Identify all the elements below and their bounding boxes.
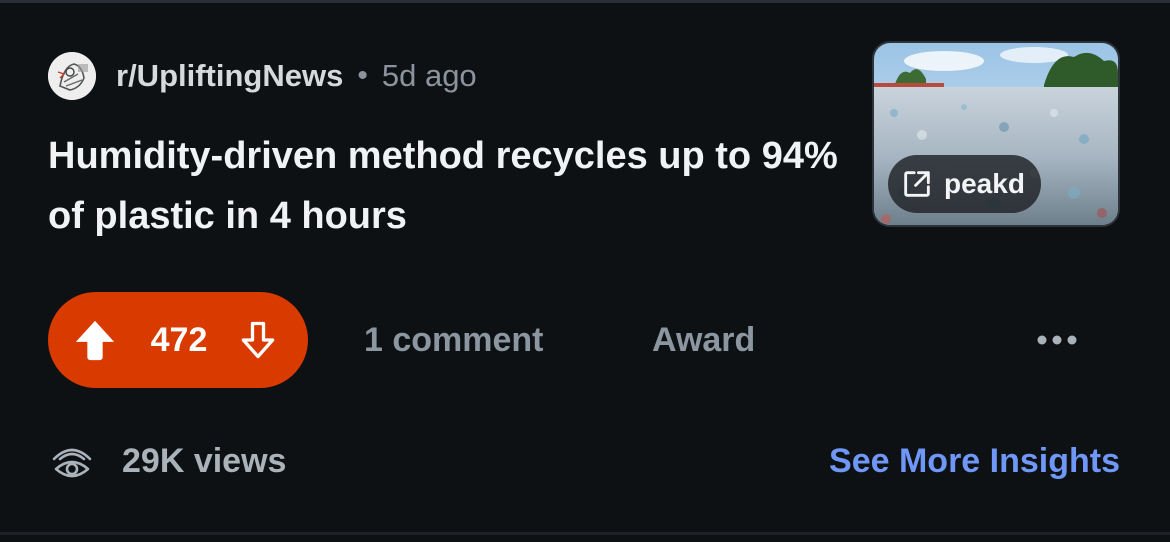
- award-label: Award: [652, 320, 756, 359]
- subreddit-name[interactable]: r/UpliftingNews: [116, 58, 343, 94]
- see-more-insights-link[interactable]: See More Insights: [829, 434, 1120, 488]
- comments-button[interactable]: 1 comment: [344, 308, 564, 372]
- views-eye-icon: [52, 448, 92, 478]
- link-domain: peakd: [944, 168, 1025, 199]
- external-link-chip[interactable]: peakd: [888, 155, 1041, 213]
- post-thumbnail[interactable]: peakd: [872, 41, 1120, 227]
- post-age: 5d ago: [381, 58, 477, 93]
- upvote-arrow-icon[interactable]: [72, 317, 118, 363]
- meta-separator: •: [357, 59, 368, 92]
- post-header: r/UpliftingNews • 5d ago: [48, 52, 477, 100]
- views-stat: 29K views: [48, 434, 286, 488]
- award-button[interactable]: Award: [632, 308, 775, 372]
- downvote-arrow-icon[interactable]: [236, 318, 280, 362]
- views-count: 29K views: [122, 441, 287, 480]
- external-link-icon: [904, 171, 930, 197]
- vote-score: 472: [150, 320, 208, 359]
- vote-control: 472: [48, 292, 308, 388]
- bottom-divider: [0, 532, 1170, 535]
- subreddit-avatar[interactable]: [48, 52, 96, 100]
- more-options-icon: [1037, 335, 1077, 345]
- top-divider: [0, 0, 1170, 3]
- post-title[interactable]: Humidity-driven method recycles up to 94…: [48, 126, 848, 246]
- comments-label: 1 comment: [364, 320, 544, 359]
- more-options-button[interactable]: [1024, 316, 1090, 364]
